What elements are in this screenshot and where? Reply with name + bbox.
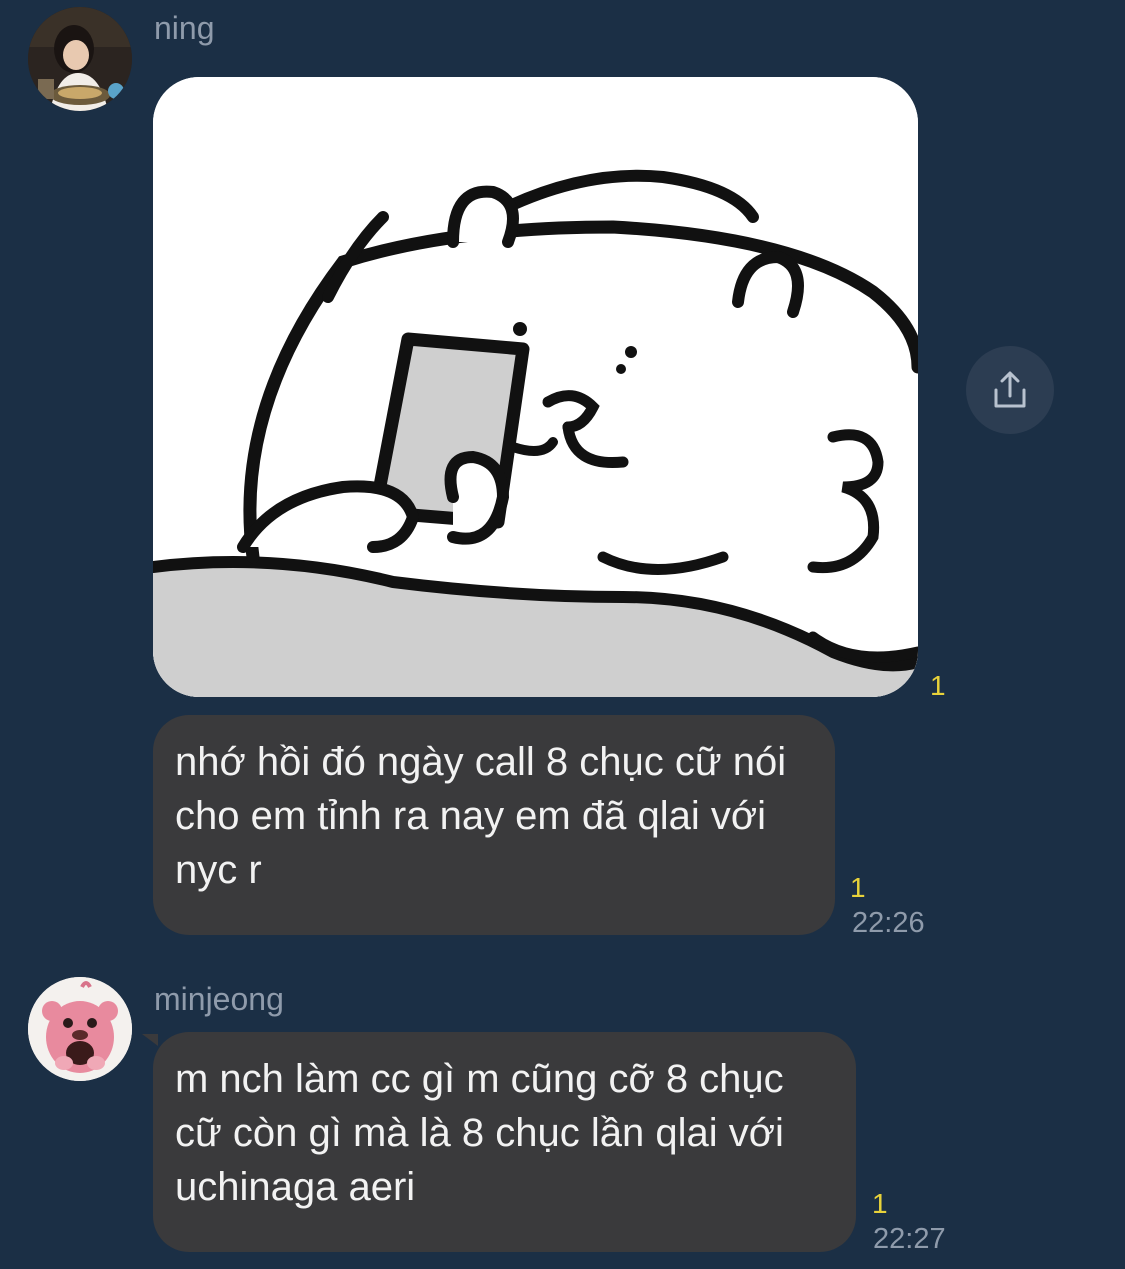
sender-name: ning [154,10,215,46]
read-count: 1 [850,872,866,903]
avatar-ning[interactable] [28,7,132,111]
avatar-minjeong-image [28,977,132,1081]
avatar-minjeong[interactable] [28,977,132,1081]
avatar-ning-image [28,7,132,111]
message-bubble[interactable]: nhớ hồi đó ngày call 8 chục cữ nói cho e… [153,715,835,935]
message-bubble[interactable]: m nch làm cc gì m cũng cỡ 8 chục cữ còn … [153,1032,856,1252]
message-time: 22:26 [852,907,925,939]
message-text: m nch làm cc gì m cũng cỡ 8 chục cữ còn … [175,1057,784,1209]
message-time: 22:27 [873,1223,946,1255]
bubble-tail [142,1034,158,1046]
read-count: 1 [872,1188,888,1219]
bear-holding-phone-sticker [153,77,918,697]
sender-name: minjeong [154,981,284,1017]
message-text: nhớ hồi đó ngày call 8 chục cữ nói cho e… [175,740,787,892]
share-button[interactable] [966,346,1054,434]
read-count: 1 [930,670,946,701]
share-icon [994,371,1026,408]
sticker-image[interactable] [153,77,918,697]
